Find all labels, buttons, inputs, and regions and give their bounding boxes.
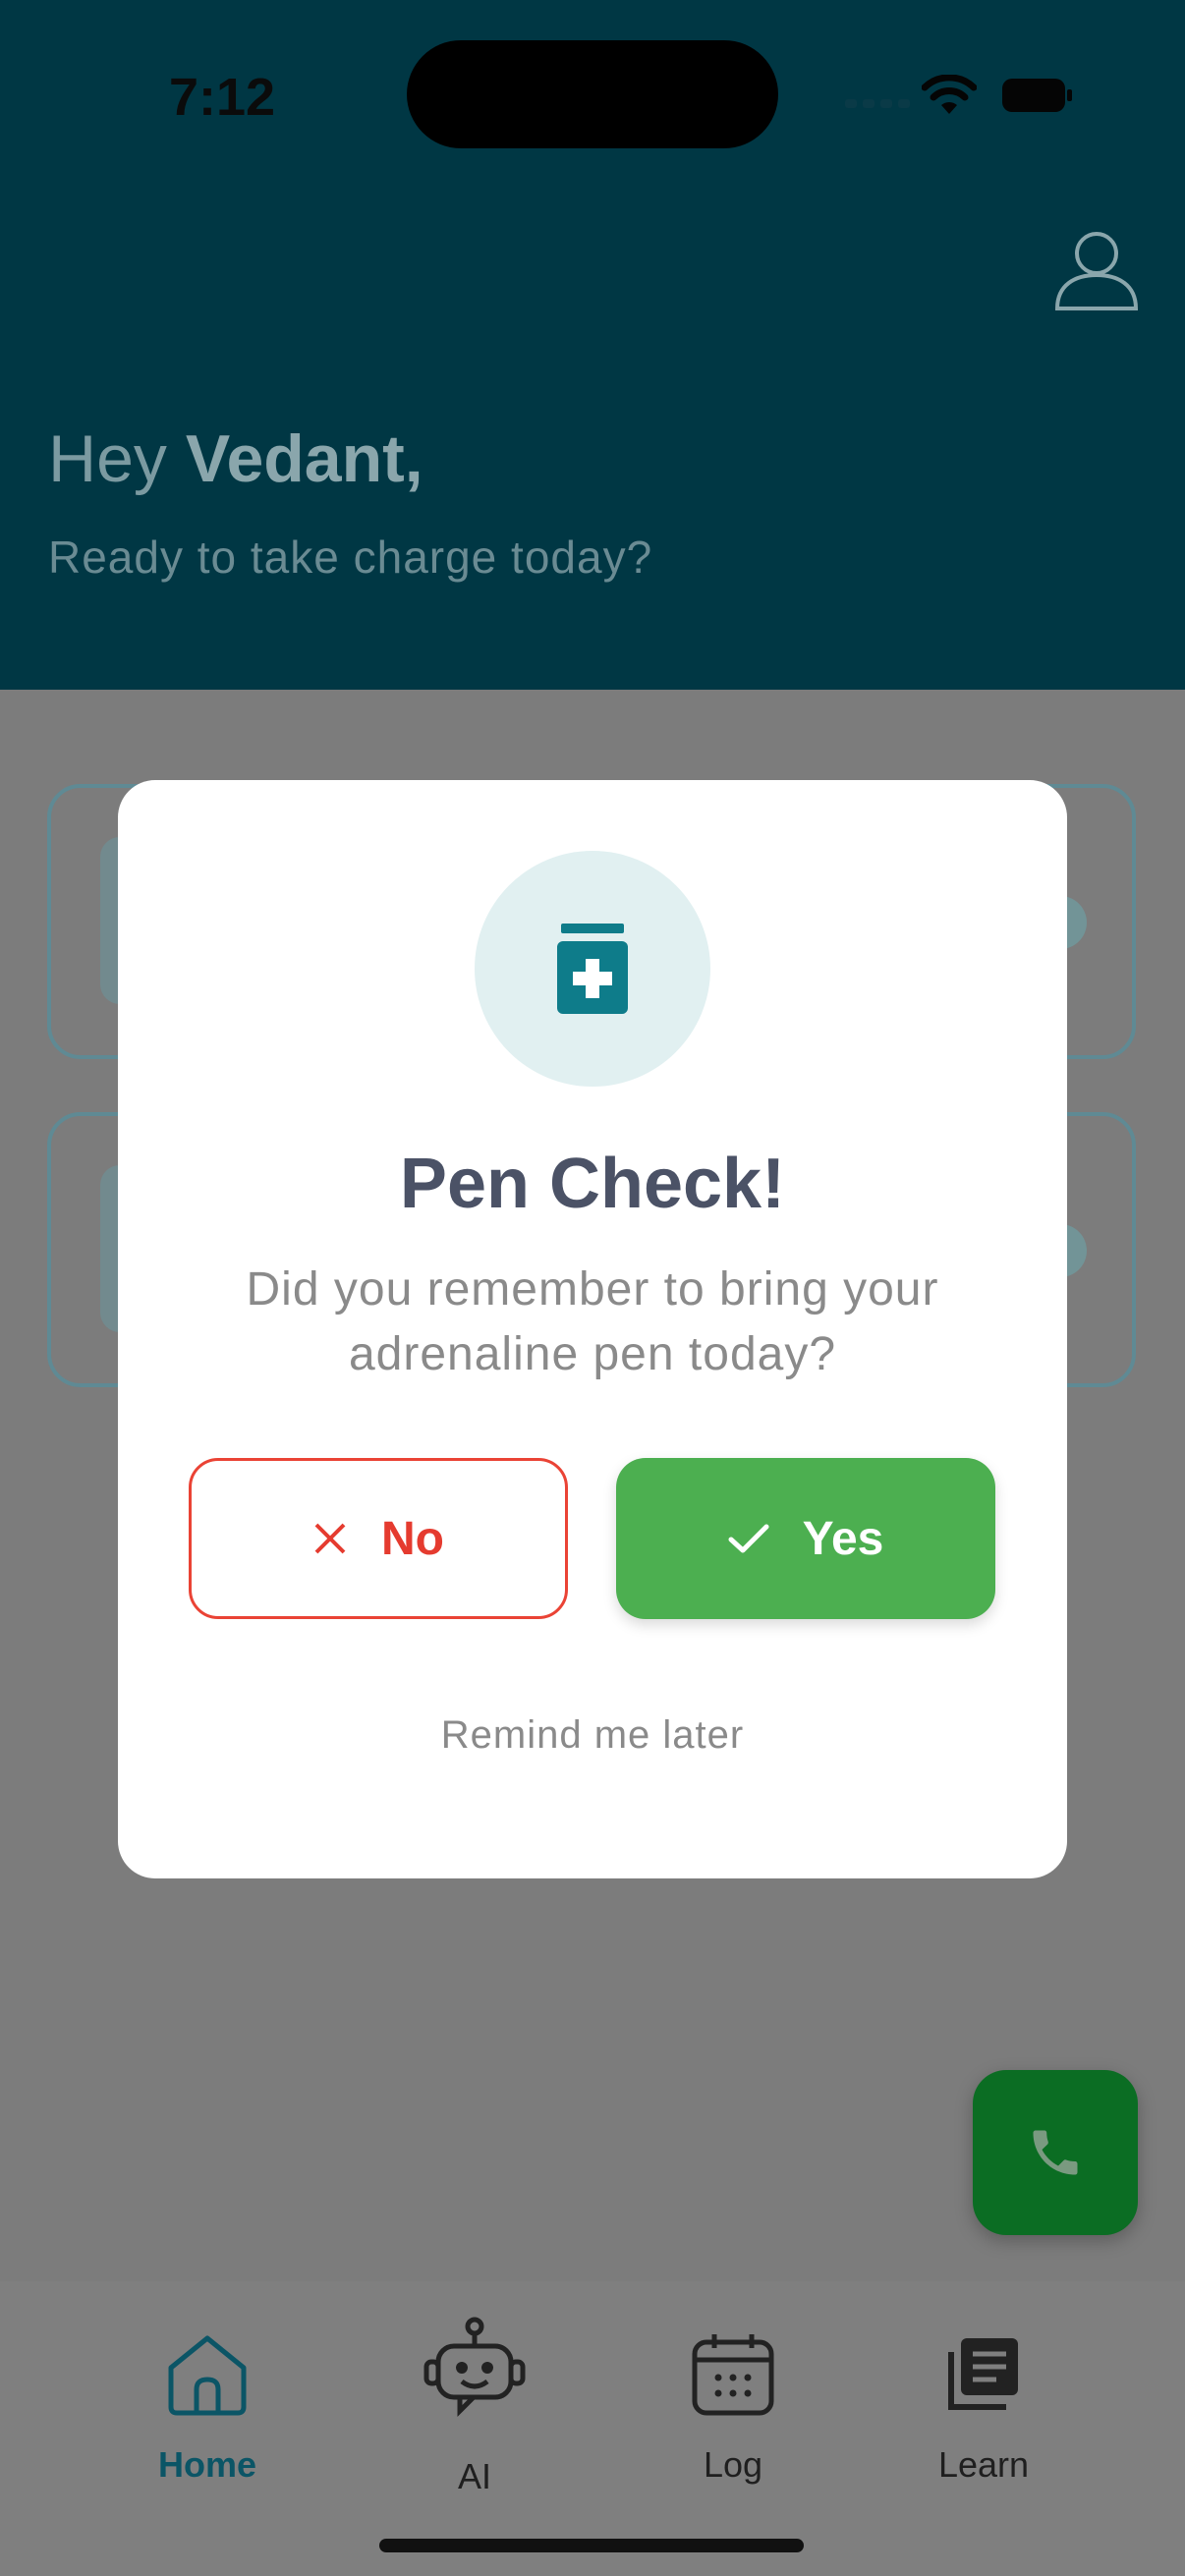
nav-item-learn[interactable]: Learn — [895, 2330, 1072, 2507]
cellular-signal-icon — [845, 90, 910, 108]
wifi-icon — [921, 74, 978, 116]
greeting: Hey Vedant, — [48, 420, 423, 497]
dialog-icon-circle — [475, 851, 710, 1087]
home-indicator[interactable] — [379, 2539, 804, 2552]
bottom-nav: Home AI Log Learn — [0, 2281, 1185, 2576]
battery-icon — [1000, 75, 1073, 116]
status-time: 7:12 — [169, 68, 276, 127]
robot-icon — [423, 2317, 526, 2418]
dynamic-island — [407, 40, 778, 148]
home-icon — [168, 2335, 247, 2416]
dialog-title: Pen Check! — [399, 1145, 786, 1223]
nav-item-home[interactable]: Home — [119, 2330, 296, 2507]
no-button[interactable]: No — [189, 1458, 568, 1619]
nav-item-log[interactable]: Log — [645, 2330, 821, 2507]
no-button-label: No — [381, 1512, 444, 1565]
checkmark-icon — [728, 1524, 769, 1553]
user-name: Vedant, — [185, 421, 423, 496]
nav-item-ai[interactable]: AI — [386, 2317, 563, 2507]
emergency-call-button[interactable] — [973, 2070, 1138, 2235]
nav-label-home: Home — [157, 2444, 257, 2485]
nav-label-log: Log — [703, 2444, 763, 2485]
yes-button-label: Yes — [802, 1512, 884, 1565]
yes-button[interactable]: Yes — [616, 1458, 995, 1619]
book-icon — [948, 2338, 1018, 2410]
phone-icon — [1033, 2130, 1078, 2175]
pen-check-dialog: Pen Check! Did you remember to bring you… — [118, 780, 1067, 1878]
close-icon — [314, 1523, 346, 1554]
profile-icon[interactable] — [1051, 224, 1142, 314]
medicine-icon — [557, 924, 628, 1014]
nav-label-ai: AI — [457, 2456, 491, 2496]
remind-later-link[interactable]: Remind me later — [118, 1713, 1067, 1758]
calendar-icon — [692, 2334, 774, 2416]
status-bar: 7:12 — [0, 0, 1185, 196]
greeting-prefix: Hey — [48, 421, 167, 496]
dialog-message: Did you remember to bring your adrenalin… — [246, 1263, 939, 1380]
nav-label-learn: Learn — [937, 2444, 1030, 2485]
greeting-subtitle: Ready to take charge today? — [48, 532, 653, 583]
